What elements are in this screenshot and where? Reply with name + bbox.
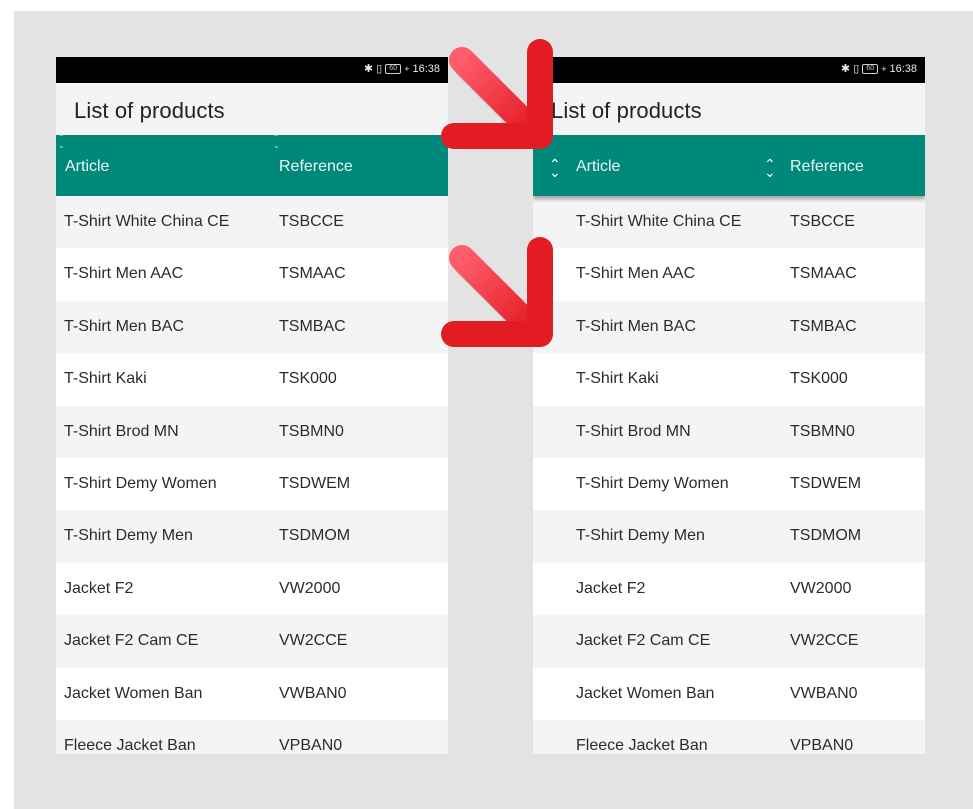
table-row[interactable]: T-Shirt Demy Men TSDMOM (533, 510, 925, 563)
article-cell: T-Shirt Brod MN (64, 422, 179, 440)
annotation-arrow-icon (441, 237, 553, 347)
article-cell: T-Shirt Demy Men (576, 527, 705, 545)
reference-cell: VW2CCE (790, 632, 859, 650)
reference-cell: TSK000 (279, 370, 337, 388)
product-list: T-Shirt White China CE TSBCCE T-Shirt Men… (56, 196, 448, 754)
phone-screen-before: ✱ ▯ 60 + 16:38 List of products ⌃ ⌄ Artic… (56, 57, 448, 754)
article-cell: Jacket F2 Cam CE (64, 632, 199, 650)
table-row[interactable]: Jacket F2 Cam CE VW2CCE (56, 615, 448, 668)
status-bar: ✱ ▯ 60 + 16:38 (533, 57, 925, 83)
article-cell: Jacket Women Ban (576, 684, 715, 702)
article-cell: Jacket Women Ban (64, 684, 203, 702)
reference-cell: VWBAN0 (279, 684, 347, 702)
reference-cell: TSDWEM (790, 474, 862, 492)
table-row[interactable]: T-Shirt Kaki TSK000 (56, 353, 448, 406)
column-header-reference[interactable]: Reference (790, 158, 864, 176)
reference-cell: TSDWEM (279, 474, 351, 492)
table-row[interactable]: T-Shirt White China CE TSBCCE (56, 196, 448, 249)
reference-cell: TSMBAC (279, 317, 346, 335)
charging-icon: + (881, 64, 887, 74)
table-row[interactable]: Jacket Women Ban VWBAN0 (56, 667, 448, 720)
table-header: ⌃ ⌄ Article ⌃ ⌄ Reference (56, 134, 448, 196)
article-cell: T-Shirt Brod MN (576, 422, 691, 440)
reference-cell: TSBCCE (279, 213, 344, 230)
table-row[interactable]: T-Shirt Brod MN TSBMN0 (533, 405, 925, 458)
article-cell: Fleece Jacket Ban (64, 736, 196, 754)
sort-icon[interactable]: ⌄ (549, 164, 561, 180)
article-cell: T-Shirt Men AAC (64, 265, 184, 283)
article-cell: T-Shirt Demy Women (64, 474, 217, 492)
status-time: 16:38 (412, 63, 440, 75)
status-time: 16:38 (889, 63, 917, 75)
table-row[interactable]: T-Shirt Brod MN TSBMN0 (56, 405, 448, 458)
battery-icon: 60 (862, 64, 879, 74)
article-cell: T-Shirt Demy Women (576, 474, 729, 492)
table-row[interactable]: T-Shirt Kaki TSK000 (533, 353, 925, 406)
article-cell: T-Shirt White China CE (576, 213, 742, 230)
reference-cell: TSBMN0 (279, 422, 344, 440)
table-row[interactable]: T-Shirt Demy Women TSDWEM (56, 457, 448, 511)
reference-cell: TSBMN0 (790, 422, 855, 440)
article-cell: Jacket F2 (64, 579, 134, 597)
article-cell: T-Shirt Kaki (576, 370, 659, 388)
product-list: T-Shirt White China CE TSBCCE T-Shirt Men… (533, 196, 925, 754)
sort-icon[interactable]: ⌄ (764, 164, 776, 180)
article-cell: T-Shirt Men BAC (576, 317, 697, 335)
table-row[interactable]: T-Shirt Demy Men TSDMOM (56, 510, 448, 563)
table-row[interactable]: T-Shirt Men AAC TSMAAC (56, 248, 448, 301)
table-row[interactable]: T-Shirt Demy Women TSDWEM (533, 457, 925, 511)
reference-cell: TSMAAC (279, 265, 346, 283)
reference-cell: TSDMOM (790, 527, 862, 545)
table-row[interactable]: Jacket F2 Cam CE VW2CCE (533, 615, 925, 668)
page-title: List of products (74, 98, 225, 123)
table-header: ⌃ ⌄ Article ⌃ ⌄ Reference (533, 135, 925, 196)
bluetooth-icon: ✱ (363, 63, 374, 75)
article-cell: T-Shirt Men AAC (576, 265, 696, 283)
reference-cell: TSDMOM (279, 527, 351, 545)
column-header-reference[interactable]: Reference (279, 158, 353, 176)
reference-cell: VPBAN0 (279, 736, 343, 754)
reference-cell: VW2CCE (279, 632, 348, 650)
battery-icon: 60 (385, 64, 402, 74)
table-row[interactable]: Jacket Women Ban VWBAN0 (533, 667, 925, 720)
article-cell: Fleece Jacket Ban (576, 736, 708, 754)
article-cell: Jacket F2 (576, 579, 646, 597)
table-row[interactable]: Jacket F2 VW2000 (533, 562, 925, 616)
table-row[interactable]: T-Shirt Men BAC TSMBAC (533, 300, 925, 354)
reference-cell: VWBAN0 (790, 684, 858, 702)
reference-cell: TSMAAC (790, 265, 857, 283)
reference-cell: TSBCCE (790, 213, 855, 230)
table-row[interactable]: T-Shirt White China CE TSBCCE (533, 196, 925, 249)
article-cell: Jacket F2 Cam CE (576, 632, 711, 650)
title-bar: List of products (56, 83, 448, 135)
article-cell: T-Shirt Men BAC (64, 317, 185, 335)
status-bar: ✱ ▯ 60 + 16:38 (56, 57, 448, 83)
table-row[interactable]: Fleece Jacket Ban VPBAN0 (533, 719, 925, 754)
bluetooth-icon: ✱ (840, 63, 851, 75)
column-header-article[interactable]: Article (65, 158, 109, 176)
vibrate-icon: ▯ (853, 63, 860, 75)
sort-icon[interactable]: ⌃ ⌄ (273, 134, 280, 150)
article-cell: T-Shirt Kaki (64, 370, 147, 388)
vibrate-icon: ▯ (376, 63, 383, 75)
reference-cell: VW2000 (790, 579, 852, 597)
reference-cell: VW2000 (279, 579, 341, 597)
table-row[interactable]: Fleece Jacket Ban VPBAN0 (56, 719, 448, 754)
reference-cell: TSMBAC (790, 317, 857, 335)
article-cell: T-Shirt White China CE (64, 213, 230, 230)
phone-screen-after: ✱ ▯ 60 + 16:38 List of products ⌃ ⌄ Arti… (533, 57, 925, 754)
article-cell: T-Shirt Demy Men (64, 527, 193, 545)
column-header-article[interactable]: Article (576, 158, 620, 176)
annotation-arrow-icon (441, 39, 553, 149)
table-row[interactable]: T-Shirt Men BAC TSMBAC (56, 300, 448, 354)
table-row[interactable]: Jacket F2 VW2000 (56, 562, 448, 616)
charging-icon: + (404, 64, 410, 74)
reference-cell: TSK000 (790, 370, 848, 388)
table-row[interactable]: T-Shirt Men AAC TSMAAC (533, 248, 925, 301)
reference-cell: VPBAN0 (790, 736, 854, 754)
sort-icon[interactable]: ⌃ ⌄ (58, 134, 65, 150)
title-bar: List of products (533, 83, 925, 135)
page-title: List of products (551, 98, 702, 123)
